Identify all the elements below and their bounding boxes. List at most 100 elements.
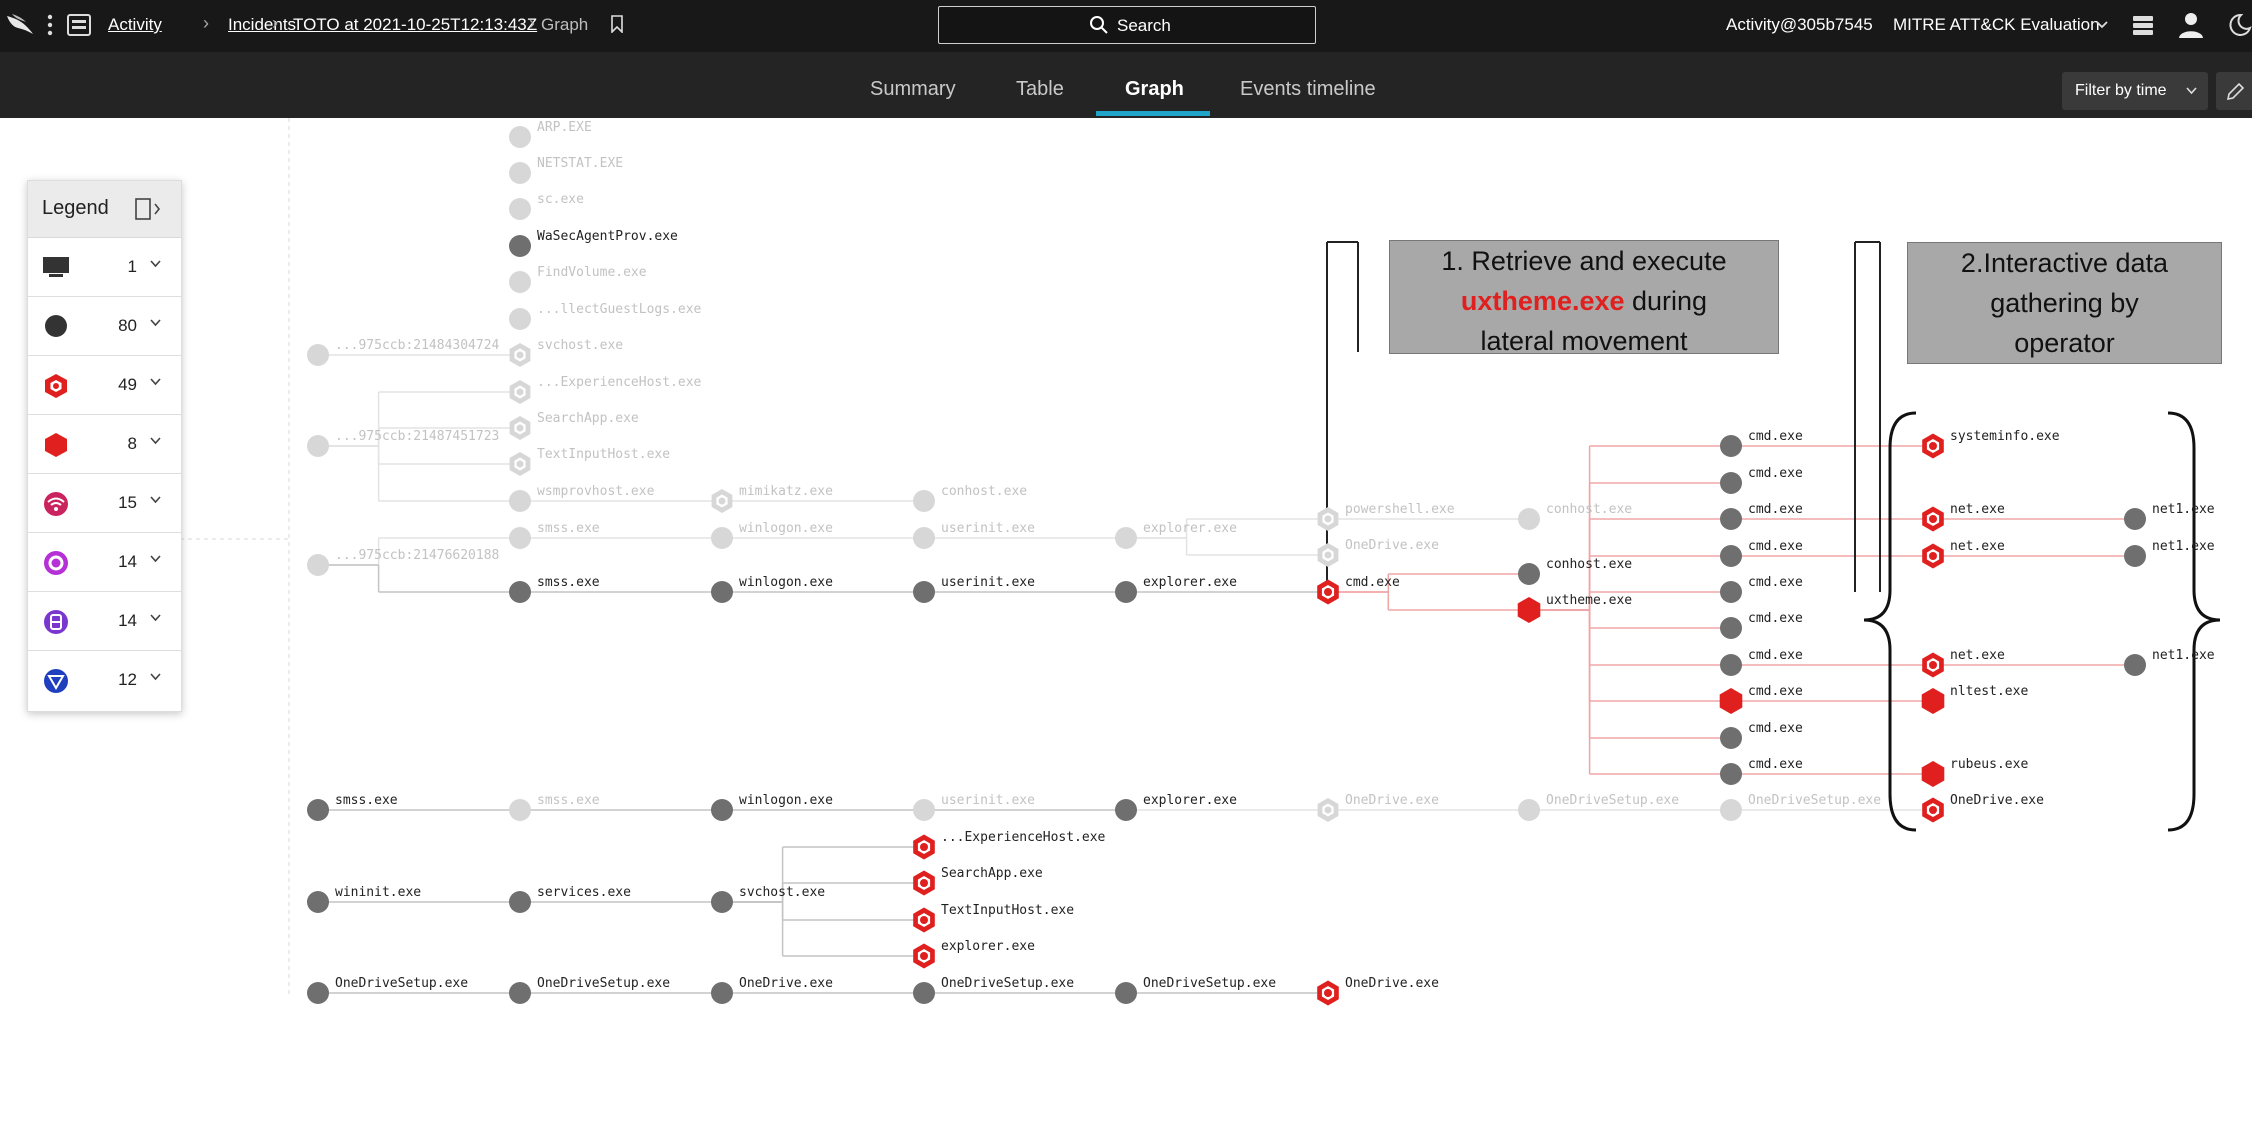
process-node[interactable]: wininit.exe [307,885,421,913]
legend-item-dns[interactable]: 12 [28,651,181,709]
process-node[interactable]: svchost.exe [509,338,624,367]
process-node[interactable]: OneDrive.exe [1317,538,1439,567]
tab-graph[interactable]: Graph [1125,78,1184,101]
process-node[interactable]: explorer.exe [1115,793,1237,821]
process-node[interactable]: winlogon.exe [711,521,833,549]
tab-summary[interactable]: Summary [870,78,956,101]
process-node[interactable]: OneDrive.exe [1922,793,2044,823]
search-input[interactable]: Search [938,6,1316,44]
customer-selector[interactable]: MITRE ATT&CK Evaluation [1893,15,2100,35]
process-node[interactable]: OneDriveSetup.exe [509,976,670,1004]
process-node[interactable]: explorer.exe [1115,575,1237,603]
process-node[interactable]: cmd.exe [1720,466,1803,494]
process-node[interactable]: cmd.exe [1719,684,1803,714]
process-node[interactable]: OneDrive.exe [711,976,833,1004]
process-node[interactable]: cmd.exe [1720,611,1803,639]
layers-icon[interactable] [2130,12,2156,38]
process-node[interactable]: smss.exe [307,793,398,821]
legend-item-host[interactable]: 1 [28,238,181,297]
process-node[interactable]: ...975ccb:21476620188 [307,548,499,576]
process-node[interactable]: TextInputHost.exe [913,903,1074,933]
process-node[interactable]: winlogon.exe [711,575,833,603]
activity-app-icon[interactable] [66,13,92,37]
process-node[interactable]: ...975ccb:21487451723 [307,429,499,457]
process-node[interactable]: OneDriveSetup.exe [1115,976,1276,1004]
process-node[interactable]: SearchApp.exe [913,866,1043,896]
tab-table[interactable]: Table [1016,78,1064,101]
process-node[interactable]: userinit.exe [913,793,1035,821]
process-node[interactable]: services.exe [509,885,631,913]
process-node[interactable]: FindVolume.exe [509,265,647,293]
process-node[interactable]: net1.exe [2124,648,2215,676]
process-node[interactable]: OneDriveSetup.exe [913,976,1074,1004]
process-node[interactable]: net.exe [1922,648,2005,678]
user-icon[interactable] [2178,11,2204,39]
process-node[interactable]: OneDriveSetup.exe [307,976,468,1004]
process-node[interactable]: nltest.exe [1921,684,2029,714]
process-node[interactable]: cmd.exe [1720,539,1803,567]
process-node[interactable]: net1.exe [2124,502,2215,530]
process-node[interactable]: winlogon.exe [711,793,833,821]
process-node[interactable]: net.exe [1922,502,2005,532]
process-node[interactable]: explorer.exe [913,939,1035,969]
process-node[interactable]: ...llectGuestLogs.exe [509,302,702,330]
process-node[interactable]: ...ExperienceHost.exe [913,830,1106,860]
breadcrumb-incident[interactable]: TOTO at 2021-10-25T12:13:43Z [293,15,537,35]
chevron-down-icon[interactable] [2096,21,2108,29]
legend-item-target[interactable]: 14 [28,533,181,592]
process-node[interactable]: OneDrive.exe [1317,793,1439,822]
legend-item-process[interactable]: 80 [28,297,181,356]
process-node[interactable]: net1.exe [2124,539,2215,567]
process-node[interactable]: conhost.exe [913,484,1027,512]
process-node[interactable]: userinit.exe [913,521,1035,549]
process-node[interactable]: smss.exe [509,575,600,603]
process-node[interactable]: conhost.exe [1518,557,1632,585]
process-node[interactable]: ...975ccb:21484304724 [307,338,500,366]
process-node[interactable]: mimikatz.exe [711,484,833,513]
process-node[interactable]: userinit.exe [913,575,1035,603]
process-node[interactable]: uxtheme.exe [1517,593,1633,623]
process-node[interactable]: NETSTAT.EXE [509,156,623,184]
process-node[interactable]: TextInputHost.exe [509,447,671,476]
process-node[interactable]: systeminfo.exe [1922,429,2060,459]
legend-item-detection[interactable]: 49 [28,356,181,415]
process-node[interactable]: wsmprovhost.exe [509,484,655,512]
process-node[interactable]: ...ExperienceHost.exe [509,375,702,404]
theme-moon-icon[interactable] [2226,12,2252,38]
process-node[interactable]: cmd.exe [1720,721,1803,749]
process-node[interactable]: cmd.exe [1720,757,1803,785]
more-menu-icon[interactable] [47,14,53,36]
filter-by-time-button[interactable]: Filter by time [2062,72,2208,110]
process-node[interactable]: ARP.EXE [509,120,592,148]
process-node[interactable]: cmd.exe [1720,575,1803,603]
process-graph-canvas[interactable]: ARP.EXE NETSTAT.EXE sc.exe WaSecAgentProv.e… [0,118,2252,1116]
process-node[interactable]: smss.exe [509,521,600,549]
breadcrumb-incidents[interactable]: Incidents [228,15,296,35]
falcon-logo-icon[interactable] [6,12,34,36]
process-node[interactable]: rubeus.exe [1921,757,2029,787]
process-node[interactable]: cmd.exe [1317,575,1400,605]
process-node[interactable]: net.exe [1922,539,2005,569]
account-name[interactable]: Activity@305b7545 [1726,15,1873,35]
collapse-panel-icon[interactable] [134,197,162,221]
process-node[interactable]: sc.exe [509,192,584,220]
process-node[interactable]: explorer.exe [1115,521,1237,549]
process-node[interactable]: powershell.exe [1317,502,1455,531]
tab-events-timeline[interactable]: Events timeline [1240,78,1376,101]
process-node[interactable]: smss.exe [509,793,600,821]
legend-item-network[interactable]: 15 [28,474,181,533]
process-node[interactable]: OneDriveSetup.exe [1720,793,1881,821]
edit-button[interactable] [2216,72,2252,110]
legend-item-detection-filled[interactable]: 8 [28,415,181,474]
breadcrumb-activity[interactable]: Activity [108,15,162,35]
legend-item-file[interactable]: 14 [28,592,181,651]
process-node[interactable]: svchost.exe [711,885,825,913]
process-node[interactable]: conhost.exe [1518,502,1632,530]
process-node[interactable]: cmd.exe [1720,648,1803,676]
process-node[interactable]: WaSecAgentProv.exe [509,229,678,257]
process-node[interactable]: OneDriveSetup.exe [1518,793,1679,821]
process-node[interactable]: OneDrive.exe [1317,976,1439,1006]
process-node[interactable]: SearchApp.exe [509,411,639,440]
process-node[interactable]: cmd.exe [1720,429,1803,457]
process-node[interactable]: cmd.exe [1720,502,1803,530]
